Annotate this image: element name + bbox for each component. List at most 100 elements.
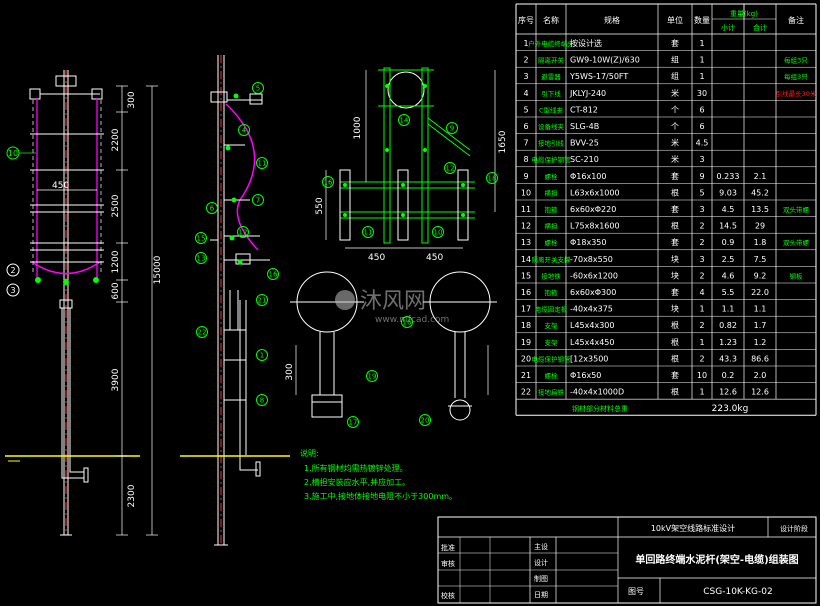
callout-15: 15	[197, 235, 206, 243]
row-num: 22	[521, 388, 531, 397]
callout-11b: 11	[364, 229, 373, 237]
row-qty: 1	[699, 338, 704, 347]
row-qty: 4	[699, 288, 704, 297]
callout-4: 4	[242, 127, 247, 135]
row-num: 16	[521, 288, 531, 297]
row-spec: BVV-25	[570, 139, 599, 148]
callout-21: 21	[258, 297, 267, 305]
row-total: 86.6	[751, 354, 769, 363]
row-sub: 2.5	[722, 255, 735, 264]
title-review: 审核	[441, 559, 455, 568]
row-total: 7.5	[754, 255, 767, 264]
table-footer-value: 223.0kg	[712, 404, 749, 414]
watermark-url: www.mfcad.com	[375, 315, 449, 325]
row-num: 5	[523, 105, 528, 114]
row-name: 避雷器	[541, 72, 561, 81]
row-num: 18	[521, 321, 531, 330]
row-num: 2	[523, 56, 528, 65]
row-spec: CT-812	[570, 105, 598, 114]
row-total: 12.6	[751, 388, 769, 397]
callout-10: 10	[8, 149, 18, 158]
row-spec: L63x6x1000	[570, 188, 620, 197]
row-qty: 1	[699, 56, 704, 65]
th-weight: 重量(kg)	[730, 10, 758, 18]
th-sub: 小计	[721, 23, 735, 32]
row-unit: 个	[671, 105, 679, 114]
row-qty: 4.5	[696, 139, 709, 148]
note-2: 2.横担安装应水平,并应加工。	[304, 477, 410, 487]
row-name: 横担	[545, 222, 559, 231]
row-total: 45.2	[751, 188, 769, 197]
row-num: 9	[523, 172, 528, 181]
row-spec: -40x4x375	[570, 305, 613, 314]
row-num: 8	[523, 155, 528, 164]
row-spec: -60x6x1200	[570, 271, 618, 280]
row-remark: 每组3只	[784, 56, 808, 65]
row-name: 户外电缆终端头	[528, 39, 574, 48]
title-check: 校核	[441, 591, 455, 600]
th-name: 名称	[543, 15, 559, 25]
row-name: 抱箍	[545, 288, 559, 297]
drawing-title: 单回路终端水泥杆(架空-电缆)组装图	[635, 553, 798, 566]
row-name: 引下线	[541, 89, 561, 98]
row-spec: [12x3500	[570, 354, 608, 363]
row-total: 2.0	[754, 371, 767, 380]
callout-12: 12	[239, 229, 248, 237]
th-unit: 单位	[667, 15, 683, 25]
dim-hoop-300: 300	[285, 363, 295, 380]
row-spec: JKLYJ-240	[569, 89, 606, 98]
dim-2500: 2500	[111, 194, 121, 217]
callout-14: 14	[400, 117, 409, 125]
dim-450-a: 450	[368, 253, 385, 263]
row-unit: 根	[671, 187, 679, 197]
row-qty: 2	[699, 238, 704, 247]
row-name: C型线夹	[539, 105, 564, 114]
row-remark: 双头带螺	[783, 205, 810, 214]
row-unit: 套	[671, 287, 679, 297]
row-unit: 米	[671, 154, 679, 164]
row-qty: 6	[699, 105, 704, 114]
row-qty: 1	[699, 388, 704, 397]
row-unit: 组	[671, 71, 679, 81]
row-unit: 根	[671, 320, 679, 330]
row-name: 螺栓	[545, 172, 559, 181]
row-name: 电缆保护钢管	[532, 155, 572, 164]
row-num: 7	[523, 139, 528, 148]
row-unit: 块	[671, 304, 679, 314]
row-total: 1.1	[754, 305, 767, 314]
callout-19: 19	[368, 373, 377, 381]
drawing-no-label: 图号	[628, 587, 644, 596]
row-unit: 米	[671, 88, 679, 98]
dim-15000: 15000	[153, 255, 163, 284]
row-spec: SLG-4B	[570, 122, 599, 131]
row-qty: 2	[699, 271, 704, 280]
notes-title: 说明:	[300, 448, 319, 458]
row-qty: 10	[697, 371, 707, 380]
callout-16b: 16	[324, 179, 333, 187]
callout-12b: 12	[446, 165, 455, 173]
row-name: 电缆固定板	[535, 305, 568, 314]
row-num: 6	[523, 122, 528, 131]
row-sub: 12.6	[719, 388, 737, 397]
row-sub: 43.3	[719, 354, 737, 363]
row-unit: 套	[671, 370, 679, 380]
row-total: 1.2	[754, 338, 767, 347]
row-spec: Φ16x50	[570, 371, 601, 380]
row-spec: -70x8x550	[570, 255, 613, 264]
row-unit: 根	[671, 337, 679, 347]
row-unit: 套	[671, 171, 679, 181]
row-sub: 4.5	[722, 205, 735, 214]
row-qty: 2	[699, 321, 704, 330]
dim-600: 600	[111, 282, 121, 299]
dim-300: 300	[127, 91, 137, 108]
row-sub: 1.23	[719, 338, 737, 347]
row-qty: 1	[699, 39, 704, 48]
dim-1200: 1200	[111, 250, 121, 273]
title-stage: 设计阶段	[780, 524, 808, 533]
dim-2200: 2200	[111, 128, 121, 151]
row-spec: L75x8x1600	[570, 222, 620, 231]
dim-1650: 1650	[498, 130, 508, 153]
row-unit: 套	[671, 38, 679, 48]
row-num: 4	[523, 89, 528, 98]
row-name: 支架	[545, 321, 559, 330]
